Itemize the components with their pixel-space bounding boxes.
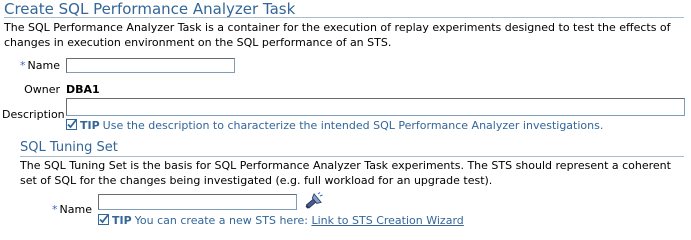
sts-name-label: * Name: [30, 203, 92, 216]
tip-label: TIP: [80, 119, 100, 132]
page-intro: The SQL Performance Analyzer Task is a c…: [4, 21, 671, 49]
tip-text: You can create a new STS here:: [134, 214, 308, 227]
sts-tip: TIP You can create a new STS here: Link t…: [98, 214, 464, 228]
description-label: Description: [2, 108, 65, 121]
sts-creation-wizard-link[interactable]: Link to STS Creation Wizard: [311, 214, 463, 227]
flashlight-search-icon[interactable]: [303, 192, 323, 212]
sts-name-label-text: Name: [59, 203, 92, 216]
sts-intro: The SQL Tuning Set is the basis for SQL …: [20, 159, 671, 187]
sts-name-input[interactable]: [98, 194, 297, 210]
description-tip: TIP Use the description to characterize t…: [66, 119, 603, 133]
sts-section-title: SQL Tuning Set: [20, 140, 118, 155]
description-input[interactable]: [66, 98, 685, 116]
checkmark-tip-icon: [98, 214, 109, 225]
sts-section-divider: [20, 156, 684, 157]
tip-text: Use the description to characterize the …: [102, 119, 604, 132]
owner-value: DBA1: [66, 83, 100, 96]
task-name-label: * Name: [6, 59, 60, 72]
task-name-input[interactable]: [66, 58, 235, 73]
required-marker: *: [20, 59, 26, 72]
tip-label: TIP: [112, 214, 132, 227]
page-title: Create SQL Performance Analyzer Task: [4, 0, 296, 18]
required-marker: *: [52, 203, 58, 216]
checkmark-tip-icon: [66, 119, 77, 130]
title-divider: [4, 17, 684, 18]
owner-label: Owner: [24, 83, 60, 96]
task-name-label-text: Name: [27, 59, 60, 72]
